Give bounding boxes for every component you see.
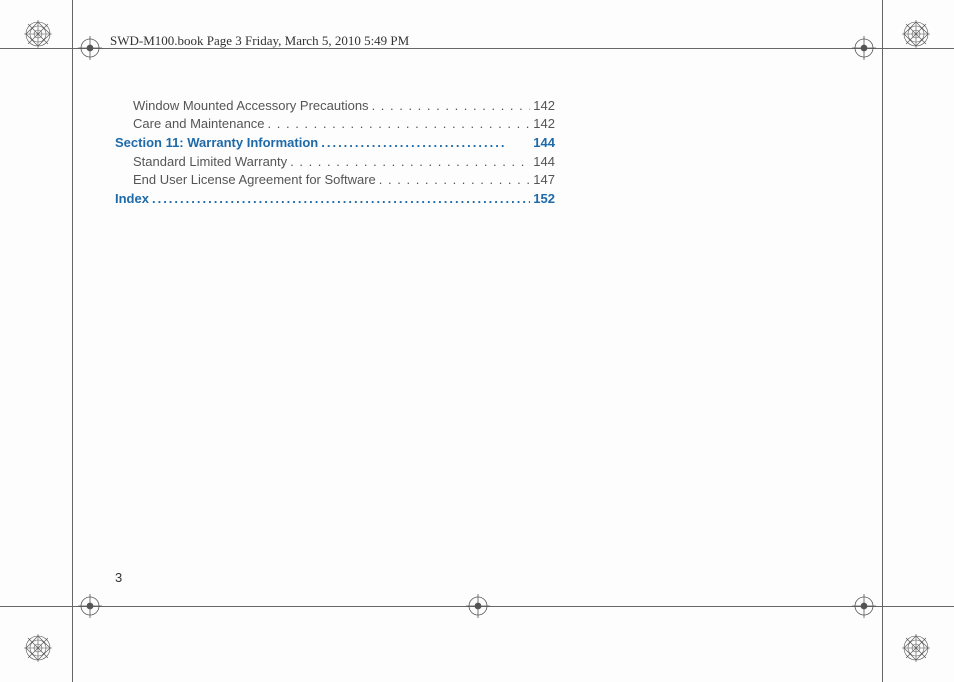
toc-entry-page: 142: [533, 98, 555, 113]
crosshair-mark-icon: [852, 36, 876, 60]
toc-leader-dots: . . . . . . . . . . . . . . . . . . . . …: [372, 98, 531, 113]
crosshair-mark-icon: [852, 594, 876, 618]
toc-entry-page: 144: [533, 154, 555, 169]
toc-leader-dots: ........................................…: [152, 191, 530, 206]
toc-entry: Care and Maintenance . . . . . . . . . .…: [115, 116, 555, 131]
toc-entry-title: End User License Agreement for Software: [133, 172, 376, 187]
toc-entry-page: 147: [533, 172, 555, 187]
toc-leader-dots: . . . . . . . . . . . . . . . . . . . . …: [379, 172, 531, 187]
registration-mark-icon: [902, 20, 930, 48]
registration-mark-icon: [902, 634, 930, 662]
toc-entry: Window Mounted Accessory Precautions . .…: [115, 98, 555, 113]
toc-section-title: Section 11: Warranty Information: [115, 135, 318, 150]
toc-index-heading: Index ..................................…: [115, 191, 555, 206]
crosshair-mark-icon: [78, 594, 102, 618]
crosshair-mark-icon: [78, 36, 102, 60]
crosshair-mark-icon: [466, 594, 490, 618]
page-number: 3: [115, 570, 122, 585]
toc-entry: End User License Agreement for Software …: [115, 172, 555, 187]
toc-section-heading: Section 11: Warranty Information .......…: [115, 135, 555, 150]
registration-mark-icon: [24, 634, 52, 662]
table-of-contents: Window Mounted Accessory Precautions . .…: [115, 98, 555, 209]
toc-leader-dots: . . . . . . . . . . . . . . . . . . . . …: [268, 116, 531, 131]
toc-entry: Standard Limited Warranty . . . . . . . …: [115, 154, 555, 169]
toc-entry-title: Window Mounted Accessory Precautions: [133, 98, 369, 113]
crop-line-right: [882, 0, 883, 682]
toc-leader-dots: . . . . . . . . . . . . . . . . . . . . …: [290, 154, 530, 169]
toc-entry-title: Care and Maintenance: [133, 116, 265, 131]
toc-leader-dots: .................................: [321, 135, 530, 150]
registration-mark-icon: [24, 20, 52, 48]
crop-line-left: [72, 0, 73, 682]
toc-index-title: Index: [115, 191, 149, 206]
toc-entry-title: Standard Limited Warranty: [133, 154, 287, 169]
toc-section-page: 144: [533, 135, 555, 150]
toc-entry-page: 142: [533, 116, 555, 131]
document-header: SWD-M100.book Page 3 Friday, March 5, 20…: [110, 33, 409, 49]
toc-index-page: 152: [533, 191, 555, 206]
